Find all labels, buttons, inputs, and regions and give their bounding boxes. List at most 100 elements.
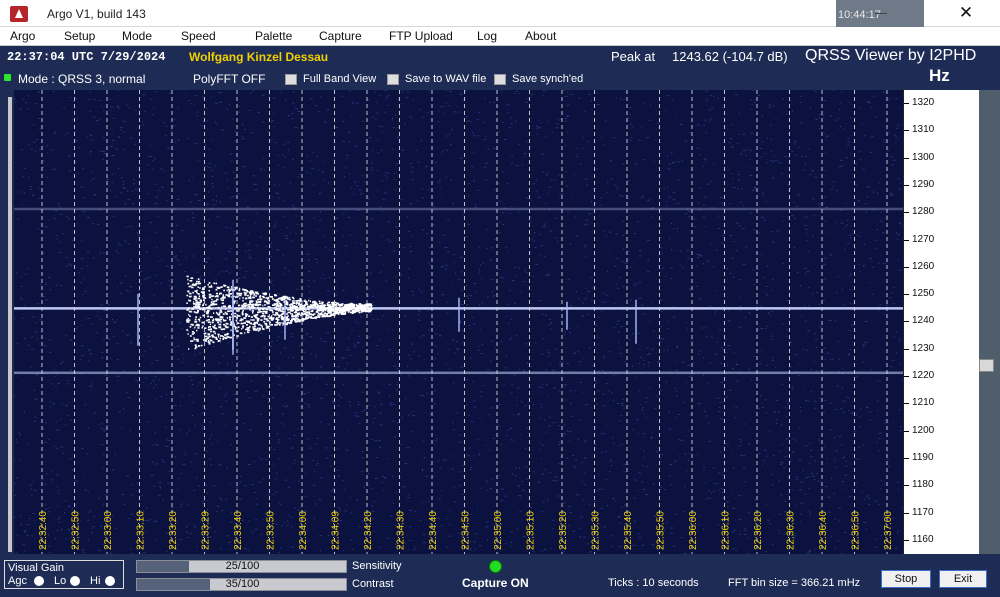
station-name: Wolfgang Kinzel Dessau bbox=[189, 50, 329, 64]
save-synched-label: Save synch'ed bbox=[512, 73, 584, 85]
time-label: 22:35:50 bbox=[656, 511, 667, 550]
info-bar: 22:37:04 UTC 7/29/2024 Wolfgang Kinzel D… bbox=[0, 46, 1000, 90]
menu-speed[interactable]: Speed bbox=[181, 29, 216, 43]
full-band-view-checkbox[interactable] bbox=[285, 74, 297, 85]
menu-palette[interactable]: Palette bbox=[255, 29, 292, 43]
freq-label: 1280 bbox=[912, 206, 935, 218]
mode-text: Mode : QRSS 3, normal bbox=[18, 72, 146, 86]
freq-tick bbox=[904, 348, 909, 350]
time-label: 22:34:50 bbox=[461, 511, 472, 550]
freq-label: 1300 bbox=[912, 151, 935, 163]
freq-tick bbox=[904, 184, 909, 186]
minimize-icon[interactable] bbox=[875, 13, 887, 14]
save-wav-label: Save to WAV file bbox=[405, 73, 487, 85]
menu-mode[interactable]: Mode bbox=[122, 29, 152, 43]
carrier-line bbox=[14, 207, 903, 211]
gain-agc-label: Agc bbox=[8, 575, 27, 587]
title-bar: Argo V1, build 143 10:44:17 ✕ bbox=[0, 0, 1000, 27]
fft-bin-size: FFT bin size = 366.21 mHz bbox=[728, 577, 861, 589]
time-label: 22:32:50 bbox=[71, 511, 82, 550]
frequency-scroll-thumb[interactable] bbox=[979, 359, 994, 372]
freq-tick bbox=[904, 485, 909, 487]
time-label: 22:36:20 bbox=[753, 511, 764, 550]
time-label: 22:35:40 bbox=[623, 511, 634, 550]
freq-label: 1200 bbox=[912, 424, 935, 436]
close-icon[interactable]: ✕ bbox=[950, 3, 982, 25]
time-label: 22:32:40 bbox=[38, 511, 49, 550]
freq-label: 1310 bbox=[912, 124, 935, 136]
sensitivity-slider[interactable]: 25/100 bbox=[136, 560, 347, 573]
window-title: Argo V1, build 143 bbox=[47, 7, 146, 21]
signal-streak bbox=[635, 299, 637, 344]
freq-tick bbox=[904, 430, 909, 432]
left-scroll-bar[interactable] bbox=[8, 97, 12, 552]
exit-button[interactable]: Exit bbox=[939, 570, 987, 588]
signal-streak bbox=[458, 297, 460, 332]
contrast-slider[interactable]: 35/100 bbox=[136, 578, 347, 591]
freq-label: 1260 bbox=[912, 260, 935, 272]
time-label: 22:35:30 bbox=[591, 511, 602, 550]
save-wav-checkbox[interactable] bbox=[387, 74, 399, 85]
capture-status: Capture ON bbox=[462, 576, 529, 590]
time-label: 22:36:50 bbox=[851, 511, 862, 550]
carrier-line bbox=[14, 371, 903, 375]
time-label: 22:37:00 bbox=[883, 511, 894, 550]
freq-tick bbox=[904, 403, 909, 405]
time-label: 22:34:30 bbox=[396, 511, 407, 550]
freq-label: 1180 bbox=[912, 479, 934, 491]
polyfft-toggle[interactable]: PolyFFT OFF bbox=[193, 72, 265, 86]
time-label: 22:35:00 bbox=[493, 511, 504, 550]
freq-label: 1190 bbox=[912, 451, 934, 463]
time-label: 22:35:10 bbox=[526, 511, 537, 550]
freq-tick bbox=[904, 321, 909, 323]
freq-tick bbox=[904, 294, 909, 296]
signal-streak bbox=[566, 301, 568, 330]
freq-tick bbox=[904, 157, 909, 159]
freq-tick bbox=[904, 266, 909, 268]
app-icon bbox=[10, 6, 28, 22]
freq-tick bbox=[904, 457, 909, 459]
menu-setup[interactable]: Setup bbox=[64, 29, 95, 43]
spectrogram[interactable]: 22:32:40 22:32:50 22:33:00 22:33:10 22:33:20… bbox=[14, 90, 903, 554]
save-synched-checkbox[interactable] bbox=[494, 74, 506, 85]
peak-value: 1243.62 (-104.7 dB) bbox=[672, 49, 788, 64]
freq-tick bbox=[904, 539, 909, 541]
freq-label: 1230 bbox=[912, 342, 935, 354]
stop-button[interactable]: Stop bbox=[881, 570, 931, 588]
freq-tick bbox=[904, 239, 909, 241]
full-band-view-label: Full Band View bbox=[303, 73, 377, 85]
gain-lo-radio[interactable] bbox=[70, 576, 80, 586]
freq-tick bbox=[904, 212, 909, 214]
gain-agc-radio[interactable] bbox=[34, 576, 44, 586]
gain-hi-radio[interactable] bbox=[105, 576, 115, 586]
capture-led-icon bbox=[489, 560, 502, 573]
freq-label: 1250 bbox=[912, 288, 935, 300]
time-label: 22:36:30 bbox=[786, 511, 797, 550]
time-label: 22:34:40 bbox=[428, 511, 439, 550]
time-label: 22:34:09 bbox=[331, 511, 342, 550]
time-label: 22:33:50 bbox=[266, 511, 277, 550]
contrast-value: 35/100 bbox=[225, 578, 260, 590]
ticks-text: Ticks : 10 seconds bbox=[608, 577, 699, 589]
menu-about[interactable]: About bbox=[525, 29, 556, 43]
gain-hi-label: Hi bbox=[90, 575, 101, 587]
menu-argo[interactable]: Argo bbox=[10, 29, 35, 43]
peak-label: Peak at bbox=[611, 49, 656, 64]
time-label: 22:33:00 bbox=[103, 511, 114, 550]
signal-streak bbox=[232, 279, 234, 355]
freq-tick bbox=[904, 130, 909, 132]
viewer-title: QRSS Viewer by I2PHD bbox=[805, 47, 977, 64]
time-label: 22:33:10 bbox=[136, 511, 147, 550]
time-label: 22:33:20 bbox=[168, 511, 179, 550]
freq-tick bbox=[904, 512, 909, 514]
freq-tick bbox=[904, 103, 909, 104]
menu-ftp-upload[interactable]: FTP Upload bbox=[389, 29, 453, 43]
frequency-scale: 1320 1310 1300 1290 1280 1270 1260 1250 1240 1230… bbox=[903, 90, 979, 554]
signal-streak bbox=[137, 293, 139, 346]
sensitivity-label: Sensitivity bbox=[352, 560, 402, 572]
menu-capture[interactable]: Capture bbox=[319, 29, 362, 43]
menu-log[interactable]: Log bbox=[477, 29, 497, 43]
status-led-icon bbox=[4, 74, 11, 81]
menu-bar: Argo Setup Mode Speed Palette Capture FT… bbox=[0, 27, 1000, 46]
freq-label: 1160 bbox=[912, 533, 934, 545]
